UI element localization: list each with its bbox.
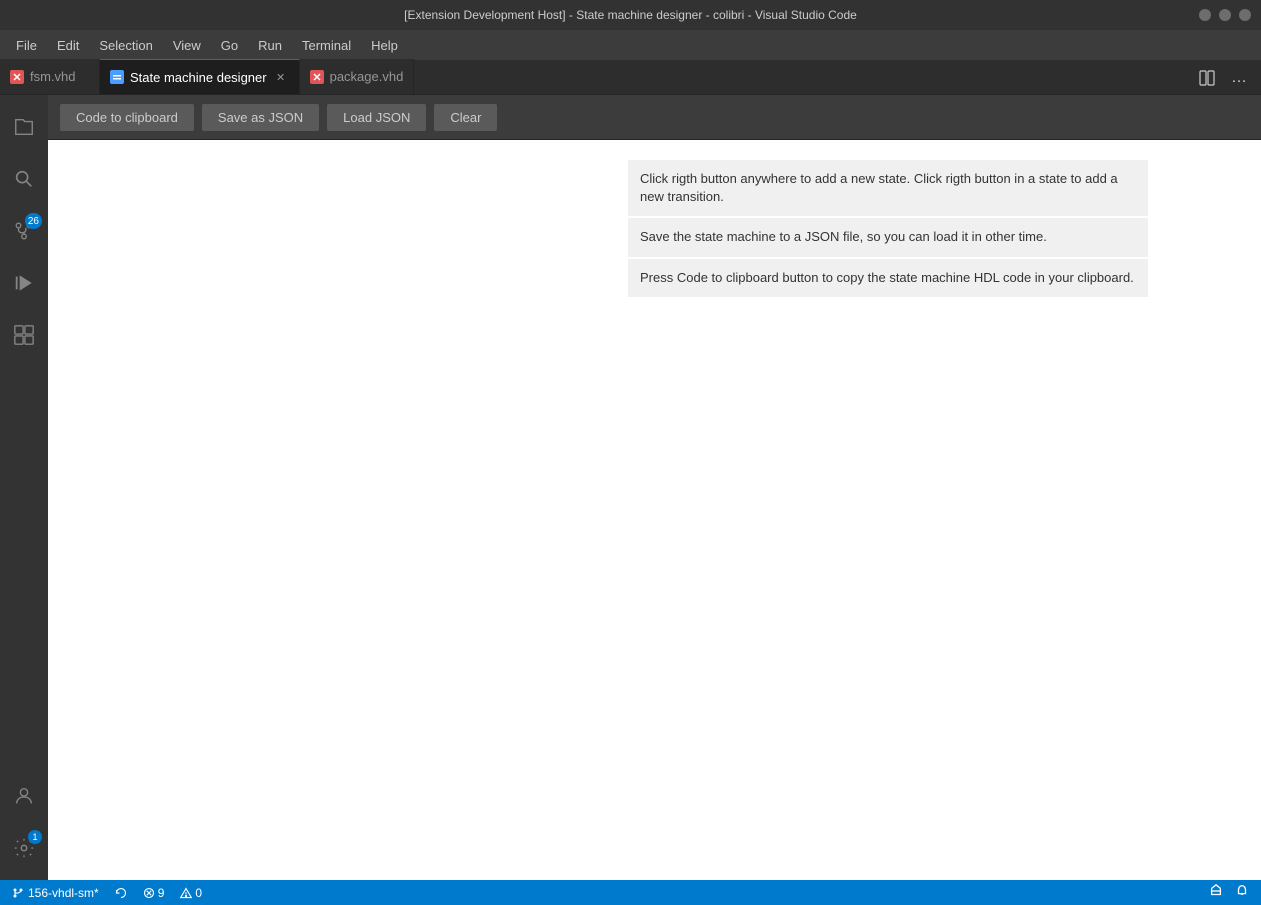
package-icon	[310, 70, 324, 84]
minimize-button[interactable]: –	[1199, 9, 1211, 21]
split-editor-button[interactable]	[1193, 64, 1221, 92]
status-right	[1205, 884, 1253, 901]
menubar: File Edit Selection View Go Run Terminal…	[0, 30, 1261, 60]
menu-file[interactable]: File	[8, 34, 45, 57]
branch-indicator[interactable]: 156-vhdl-sm*	[8, 886, 103, 900]
activity-extensions[interactable]	[0, 311, 48, 359]
info-row-0: Click rigth button anywhere to add a new…	[628, 160, 1148, 216]
maximize-button[interactable]: □	[1219, 9, 1231, 21]
activity-source-control[interactable]: 26	[0, 207, 48, 255]
settings-badge: 1	[28, 830, 42, 844]
fsm-icon	[10, 70, 24, 84]
status-left: 156-vhdl-sm* 9 0	[8, 886, 206, 900]
toolbar: Code to clipboard Save as JSON Load JSON…	[48, 95, 1261, 140]
activity-bottom: 1	[0, 772, 48, 880]
activity-run[interactable]	[0, 259, 48, 307]
tabbar-actions: …	[1185, 60, 1261, 95]
menu-view[interactable]: View	[165, 34, 209, 57]
close-button[interactable]: ✕	[1239, 9, 1251, 21]
more-actions-button[interactable]: …	[1225, 64, 1253, 92]
designer-icon	[110, 70, 124, 84]
menu-edit[interactable]: Edit	[49, 34, 87, 57]
source-control-badge: 26	[25, 213, 42, 229]
tab-fsm-label: fsm.vhd	[30, 69, 76, 84]
tab-designer[interactable]: State machine designer ✕	[100, 59, 300, 94]
activity-account[interactable]	[0, 772, 48, 820]
branch-name: 156-vhdl-sm*	[28, 886, 99, 900]
tab-package-label: package.vhd	[330, 69, 404, 84]
tab-close-button[interactable]: ✕	[273, 69, 289, 85]
info-row-2: Press Code to clipboard button to copy t…	[628, 259, 1148, 297]
main-layout: 26	[0, 95, 1261, 880]
canvas-area[interactable]: Click rigth button anywhere to add a new…	[48, 140, 1261, 880]
tabbar: fsm.vhd State machine designer ✕ package…	[0, 60, 1261, 95]
load-json-button[interactable]: Load JSON	[327, 104, 426, 131]
error-count: 9	[158, 886, 165, 900]
warnings-indicator[interactable]: 0	[176, 886, 206, 900]
menu-selection[interactable]: Selection	[91, 34, 160, 57]
activity-settings[interactable]: 1	[0, 824, 48, 872]
menu-run[interactable]: Run	[250, 34, 290, 57]
titlebar-title: [Extension Development Host] - State mac…	[404, 8, 857, 22]
notification-icon[interactable]	[1205, 884, 1227, 901]
window-controls: – □ ✕	[1199, 9, 1251, 21]
editor-area: Code to clipboard Save as JSON Load JSON…	[48, 95, 1261, 880]
menu-go[interactable]: Go	[213, 34, 246, 57]
activitybar: 26	[0, 95, 48, 880]
save-as-json-button[interactable]: Save as JSON	[202, 104, 319, 131]
tab-fsm[interactable]: fsm.vhd	[0, 59, 100, 94]
tab-package[interactable]: package.vhd	[300, 59, 415, 94]
errors-indicator[interactable]: 9	[139, 886, 169, 900]
info-row-1: Save the state machine to a JSON file, s…	[628, 218, 1148, 256]
activity-search[interactable]	[0, 155, 48, 203]
clear-button[interactable]: Clear	[434, 104, 497, 131]
sync-button[interactable]	[111, 887, 131, 899]
titlebar: [Extension Development Host] - State mac…	[0, 0, 1261, 30]
warning-count: 0	[195, 886, 202, 900]
tab-designer-label: State machine designer	[130, 70, 267, 85]
menu-help[interactable]: Help	[363, 34, 406, 57]
bell-icon[interactable]	[1231, 884, 1253, 901]
statusbar: 156-vhdl-sm* 9 0	[0, 880, 1261, 905]
code-to-clipboard-button[interactable]: Code to clipboard	[60, 104, 194, 131]
info-panel: Click rigth button anywhere to add a new…	[628, 160, 1148, 297]
activity-explorer[interactable]	[0, 103, 48, 151]
menu-terminal[interactable]: Terminal	[294, 34, 359, 57]
